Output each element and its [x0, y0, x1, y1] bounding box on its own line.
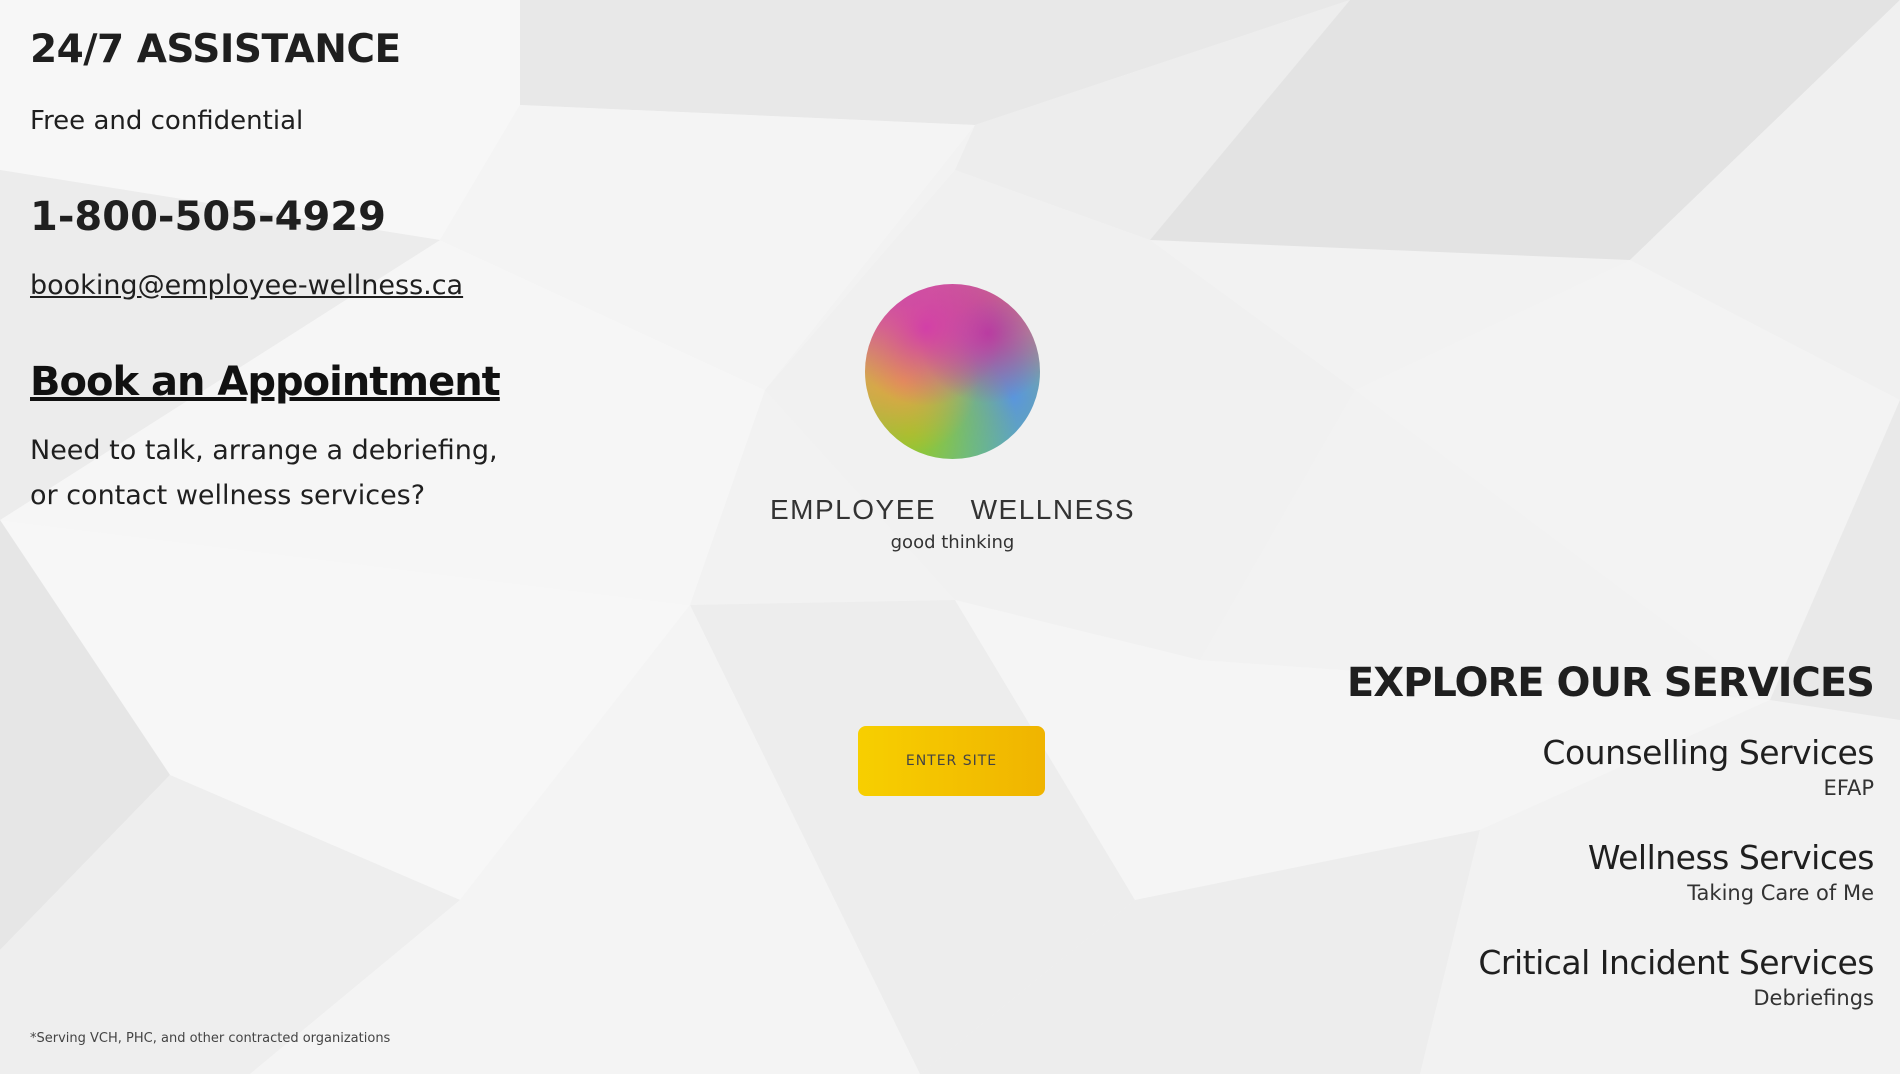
- phone-number[interactable]: 1-800-505-4929: [30, 193, 386, 241]
- brand-name: EMPLOYEE WELLNESS: [770, 494, 1136, 525]
- assistance-heading: 24/7 ASSISTANCE: [30, 27, 401, 72]
- service-wellness-title[interactable]: Wellness Services: [1588, 838, 1875, 878]
- service-critical-incident[interactable]: Critical Incident Services Debriefings: [1478, 943, 1874, 1012]
- appointment-description-line1: Need to talk, arrange a debriefing,: [30, 435, 498, 466]
- service-counselling-subtitle: EFAP: [1823, 775, 1874, 800]
- book-appointment-link[interactable]: Book an Appointment: [30, 358, 501, 406]
- service-critical-incident-subtitle: Debriefings: [1753, 985, 1874, 1010]
- appointment-description: Need to talk, arrange a debriefing, or c…: [30, 428, 500, 518]
- service-critical-incident-title[interactable]: Critical Incident Services: [1478, 943, 1874, 983]
- confidential-subheading: Free and confidential: [30, 106, 304, 136]
- service-counselling[interactable]: Counselling Services EFAP: [1542, 733, 1874, 802]
- brand-tagline: good thinking: [890, 532, 1015, 553]
- appointment-description-line2: or contact wellness services?: [30, 480, 426, 511]
- service-area-footnote: *Serving VCH, PHC, and other contracted …: [30, 1031, 391, 1046]
- service-wellness-subtitle: Taking Care of Me: [1687, 880, 1874, 905]
- enter-site-button[interactable]: ENTER SITE: [858, 726, 1045, 796]
- service-wellness[interactable]: Wellness Services Taking Care of Me: [1588, 838, 1875, 907]
- email-link[interactable]: booking@employee-wellness.ca: [30, 270, 463, 302]
- enter-site-button-label: ENTER SITE: [905, 753, 998, 769]
- service-counselling-title[interactable]: Counselling Services: [1542, 733, 1874, 773]
- explore-services-heading: EXPLORE OUR SERVICES: [1346, 660, 1875, 706]
- brand-logo-circle: [865, 284, 1040, 459]
